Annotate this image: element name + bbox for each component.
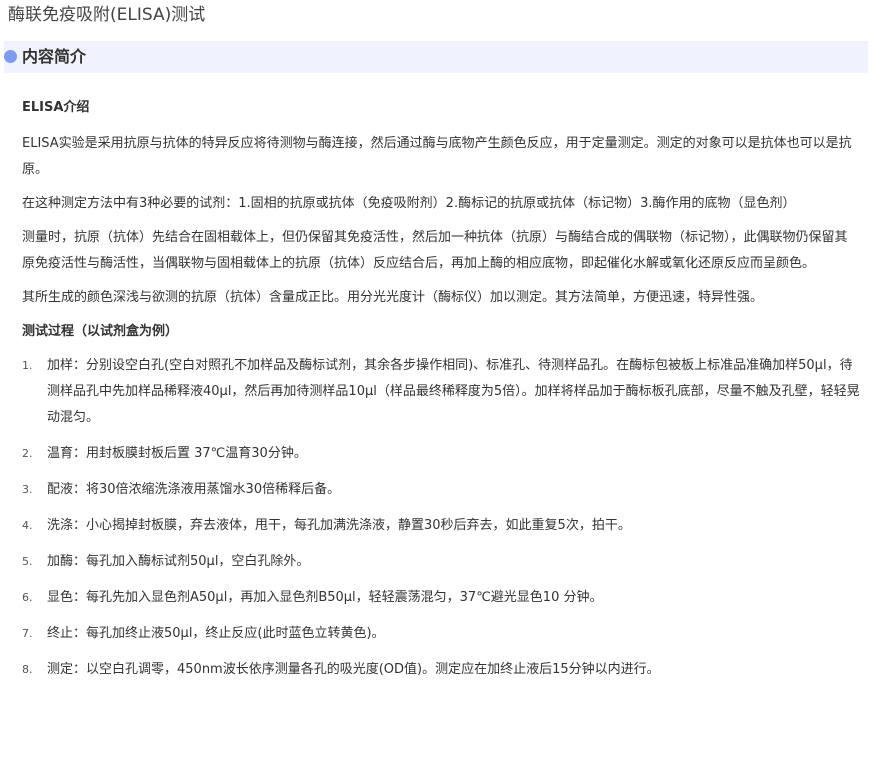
procedure-step: 7. 终止：每孔加终止液50μl，终止反应(此时蓝色立转黄色)。 <box>22 621 860 647</box>
intro-paragraph: 其所生成的颜色深浅与欲测的抗原（抗体）含量成正比。用分光光度计（酶标仪）加以测定… <box>22 290 764 305</box>
step-text: 加酶：每孔加入酶标试剂50μl，空白孔除外。 <box>47 554 310 569</box>
step-text: 洗涤：小心揭掉封板膜，弃去液体，甩干，每孔加满洗涤液，静置30秒后弃去，如此重复… <box>47 518 631 533</box>
step-text: 配液：将30倍浓缩洗涤液用蒸馏水30倍稀释后备。 <box>47 482 341 497</box>
step-text: 显色：每孔先加入显色剂A50μl，再加入显色剂B50μl，轻轻震荡混匀，37℃避… <box>47 590 603 605</box>
intro-heading: ELISA介绍 <box>22 100 90 115</box>
section-title: 内容简介 <box>22 47 87 66</box>
section-header: 内容简介 <box>4 41 868 73</box>
step-number: 7. <box>22 627 33 640</box>
procedure-step: 4. 洗涤：小心揭掉封板膜，弃去液体，甩干，每孔加满洗涤液，静置30秒后弃去，如… <box>22 513 860 539</box>
step-number: 5. <box>22 555 33 568</box>
step-number: 6. <box>22 591 33 604</box>
procedure-step: 8. 测定：以空白孔调零，450nm波长依序测量各孔的吸光度(OD值)。测定应在… <box>22 657 860 683</box>
procedure-steps: 1. 加样：分别设空白孔(空白对照孔不加样品及酶标试剂，其余各步操作相同)、标准… <box>22 353 860 683</box>
procedure-heading: 测试过程（以试剂盒为例） <box>22 324 179 339</box>
procedure-step: 2. 温育：用封板膜封板后置 37℃温育30分钟。 <box>22 441 860 467</box>
step-text: 加样：分别设空白孔(空白对照孔不加样品及酶标试剂，其余各步操作相同)、标准孔、待… <box>47 358 860 425</box>
step-number: 3. <box>22 483 33 496</box>
intro-paragraph: ELISA实验是采用抗原与抗体的特异反应将待测物与酶连接，然后通过酶与底物产生颜… <box>22 136 852 177</box>
step-number: 1. <box>22 359 33 372</box>
step-number: 8. <box>22 663 33 676</box>
procedure-step: 5. 加酶：每孔加入酶标试剂50μl，空白孔除外。 <box>22 549 860 575</box>
step-number: 2. <box>22 447 33 460</box>
article-content: ELISA介绍 ELISA实验是采用抗原与抗体的特异反应将待测物与酶连接，然后通… <box>22 95 860 693</box>
step-number: 4. <box>22 519 33 532</box>
procedure-step: 6. 显色：每孔先加入显色剂A50μl，再加入显色剂B50μl，轻轻震荡混匀，3… <box>22 585 860 611</box>
intro-paragraph: 在这种测定方法中有3种必要的试剂：1.固相的抗原或抗体（免疫吸附剂）2.酶标记的… <box>22 196 796 211</box>
page-title: 酶联免疫吸附(ELISA)测试 <box>8 5 206 25</box>
step-text: 测定：以空白孔调零，450nm波长依序测量各孔的吸光度(OD值)。测定应在加终止… <box>47 662 660 677</box>
procedure-step: 1. 加样：分别设空白孔(空白对照孔不加样品及酶标试剂，其余各步操作相同)、标准… <box>22 353 860 431</box>
page: 酶联免疫吸附(ELISA)测试 内容简介 ELISA介绍 ELISA实验是采用抗… <box>0 0 872 761</box>
step-text: 终止：每孔加终止液50μl，终止反应(此时蓝色立转黄色)。 <box>47 626 385 641</box>
step-text: 温育：用封板膜封板后置 37℃温育30分钟。 <box>47 446 307 461</box>
bullet-dot-icon <box>4 50 17 63</box>
intro-paragraph: 测量时，抗原（抗体）先结合在固相载体上，但仍保留其免疫活性，然后加一种抗体（抗原… <box>22 230 848 271</box>
procedure-step: 3. 配液：将30倍浓缩洗涤液用蒸馏水30倍稀释后备。 <box>22 477 860 503</box>
